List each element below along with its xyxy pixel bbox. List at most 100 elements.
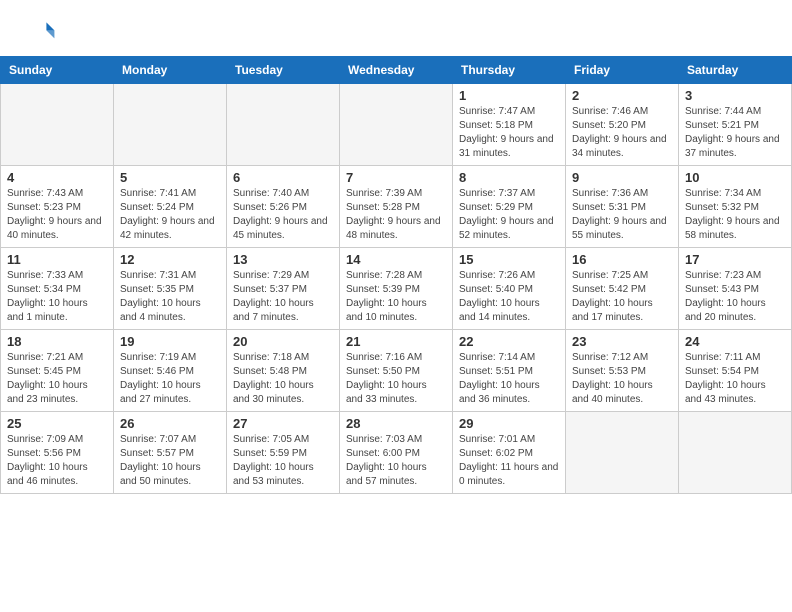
calendar-cell: 24 Sunrise: 7:11 AMSunset: 5:54 PMDayligh… bbox=[679, 330, 792, 412]
cell-info: Sunrise: 7:41 AMSunset: 5:24 PMDaylight:… bbox=[120, 187, 220, 243]
cell-day-number: 21 bbox=[346, 334, 446, 349]
cell-day-number: 29 bbox=[459, 416, 559, 431]
cell-day-number: 20 bbox=[233, 334, 333, 349]
logo-icon bbox=[24, 16, 56, 48]
calendar-cell: 10 Sunrise: 7:34 AMSunset: 5:32 PMDayligh… bbox=[679, 166, 792, 248]
calendar-cell: 29 Sunrise: 7:01 AMSunset: 6:02 PMDayligh… bbox=[453, 412, 566, 494]
calendar-cell: 15 Sunrise: 7:26 AMSunset: 5:40 PMDayligh… bbox=[453, 248, 566, 330]
logo bbox=[24, 16, 62, 48]
cell-info: Sunrise: 7:37 AMSunset: 5:29 PMDaylight:… bbox=[459, 187, 559, 243]
calendar-cell bbox=[679, 412, 792, 494]
weekday-thursday: Thursday bbox=[453, 57, 566, 84]
calendar-cell: 11 Sunrise: 7:33 AMSunset: 5:34 PMDayligh… bbox=[1, 248, 114, 330]
cell-day-number: 26 bbox=[120, 416, 220, 431]
cell-info: Sunrise: 7:44 AMSunset: 5:21 PMDaylight:… bbox=[685, 105, 785, 161]
calendar-cell: 19 Sunrise: 7:19 AMSunset: 5:46 PMDayligh… bbox=[114, 330, 227, 412]
cell-day-number: 3 bbox=[685, 88, 785, 103]
cell-day-number: 14 bbox=[346, 252, 446, 267]
cell-day-number: 19 bbox=[120, 334, 220, 349]
cell-day-number: 27 bbox=[233, 416, 333, 431]
calendar-cell: 26 Sunrise: 7:07 AMSunset: 5:57 PMDayligh… bbox=[114, 412, 227, 494]
cell-info: Sunrise: 7:26 AMSunset: 5:40 PMDaylight:… bbox=[459, 269, 559, 325]
cell-day-number: 24 bbox=[685, 334, 785, 349]
cell-info: Sunrise: 7:01 AMSunset: 6:02 PMDaylight:… bbox=[459, 433, 559, 489]
cell-day-number: 15 bbox=[459, 252, 559, 267]
cell-day-number: 8 bbox=[459, 170, 559, 185]
cell-day-number: 9 bbox=[572, 170, 672, 185]
cell-day-number: 10 bbox=[685, 170, 785, 185]
calendar-cell: 22Sunrise: 7:14 AMSunset: 5:51 PMDayligh… bbox=[453, 330, 566, 412]
calendar-cell: 1 Sunrise: 7:47 AMSunset: 5:18 PMDaylight… bbox=[453, 84, 566, 166]
calendar-cell: 6Sunrise: 7:40 AMSunset: 5:26 PMDaylight… bbox=[227, 166, 340, 248]
calendar-week-5: 25 Sunrise: 7:09 AMSunset: 5:56 PMDayligh… bbox=[1, 412, 792, 494]
cell-info: Sunrise: 7:07 AMSunset: 5:57 PMDaylight:… bbox=[120, 433, 220, 489]
calendar-cell: 20Sunrise: 7:18 AMSunset: 5:48 PMDayligh… bbox=[227, 330, 340, 412]
cell-day-number: 16 bbox=[572, 252, 672, 267]
cell-info: Sunrise: 7:05 AMSunset: 5:59 PMDaylight:… bbox=[233, 433, 333, 489]
calendar-cell: 12Sunrise: 7:31 AMSunset: 5:35 PMDayligh… bbox=[114, 248, 227, 330]
calendar-cell: 23 Sunrise: 7:12 AMSunset: 5:53 PMDayligh… bbox=[566, 330, 679, 412]
calendar-cell bbox=[227, 84, 340, 166]
cell-day-number: 23 bbox=[572, 334, 672, 349]
cell-info: Sunrise: 7:36 AMSunset: 5:31 PMDaylight:… bbox=[572, 187, 672, 243]
calendar-cell: 5 Sunrise: 7:41 AMSunset: 5:24 PMDaylight… bbox=[114, 166, 227, 248]
calendar-cell bbox=[1, 84, 114, 166]
cell-info: Sunrise: 7:23 AMSunset: 5:43 PMDaylight:… bbox=[685, 269, 785, 325]
cell-info: Sunrise: 7:29 AMSunset: 5:37 PMDaylight:… bbox=[233, 269, 333, 325]
calendar-cell bbox=[114, 84, 227, 166]
cell-info: Sunrise: 7:40 AMSunset: 5:26 PMDaylight:… bbox=[233, 187, 333, 243]
cell-day-number: 5 bbox=[120, 170, 220, 185]
cell-info: Sunrise: 7:19 AMSunset: 5:46 PMDaylight:… bbox=[120, 351, 220, 407]
calendar-cell: 4 Sunrise: 7:43 AMSunset: 5:23 PMDaylight… bbox=[1, 166, 114, 248]
cell-info: Sunrise: 7:39 AMSunset: 5:28 PMDaylight:… bbox=[346, 187, 446, 243]
cell-info: Sunrise: 7:33 AMSunset: 5:34 PMDaylight:… bbox=[7, 269, 107, 325]
weekday-wednesday: Wednesday bbox=[340, 57, 453, 84]
calendar-table: SundayMondayTuesdayWednesdayThursdayFrid… bbox=[0, 56, 792, 494]
weekday-monday: Monday bbox=[114, 57, 227, 84]
weekday-saturday: Saturday bbox=[679, 57, 792, 84]
cell-day-number: 4 bbox=[7, 170, 107, 185]
cell-day-number: 7 bbox=[346, 170, 446, 185]
calendar-cell: 17 Sunrise: 7:23 AMSunset: 5:43 PMDayligh… bbox=[679, 248, 792, 330]
cell-info: Sunrise: 7:25 AMSunset: 5:42 PMDaylight:… bbox=[572, 269, 672, 325]
cell-info: Sunrise: 7:03 AMSunset: 6:00 PMDaylight:… bbox=[346, 433, 446, 489]
calendar-week-1: 1 Sunrise: 7:47 AMSunset: 5:18 PMDaylight… bbox=[1, 84, 792, 166]
cell-info: Sunrise: 7:34 AMSunset: 5:32 PMDaylight:… bbox=[685, 187, 785, 243]
calendar-cell bbox=[566, 412, 679, 494]
calendar-week-3: 11 Sunrise: 7:33 AMSunset: 5:34 PMDayligh… bbox=[1, 248, 792, 330]
calendar-cell: 2 Sunrise: 7:46 AMSunset: 5:20 PMDaylight… bbox=[566, 84, 679, 166]
cell-day-number: 25 bbox=[7, 416, 107, 431]
weekday-sunday: Sunday bbox=[1, 57, 114, 84]
page-header bbox=[0, 0, 792, 52]
calendar-cell: 18Sunrise: 7:21 AMSunset: 5:45 PMDayligh… bbox=[1, 330, 114, 412]
cell-day-number: 2 bbox=[572, 88, 672, 103]
weekday-friday: Friday bbox=[566, 57, 679, 84]
calendar-cell: 21 Sunrise: 7:16 AMSunset: 5:50 PMDayligh… bbox=[340, 330, 453, 412]
weekday-tuesday: Tuesday bbox=[227, 57, 340, 84]
cell-info: Sunrise: 7:47 AMSunset: 5:18 PMDaylight:… bbox=[459, 105, 559, 161]
cell-day-number: 22 bbox=[459, 334, 559, 349]
cell-day-number: 17 bbox=[685, 252, 785, 267]
cell-info: Sunrise: 7:43 AMSunset: 5:23 PMDaylight:… bbox=[7, 187, 107, 243]
cell-info: Sunrise: 7:11 AMSunset: 5:54 PMDaylight:… bbox=[685, 351, 785, 407]
calendar-cell: 16 Sunrise: 7:25 AMSunset: 5:42 PMDayligh… bbox=[566, 248, 679, 330]
calendar-cell bbox=[340, 84, 453, 166]
cell-info: Sunrise: 7:16 AMSunset: 5:50 PMDaylight:… bbox=[346, 351, 446, 407]
cell-info: Sunrise: 7:12 AMSunset: 5:53 PMDaylight:… bbox=[572, 351, 672, 407]
calendar-cell: 25 Sunrise: 7:09 AMSunset: 5:56 PMDayligh… bbox=[1, 412, 114, 494]
calendar-cell: 28Sunrise: 7:03 AMSunset: 6:00 PMDayligh… bbox=[340, 412, 453, 494]
calendar-cell: 3 Sunrise: 7:44 AMSunset: 5:21 PMDaylight… bbox=[679, 84, 792, 166]
calendar-cell: 7 Sunrise: 7:39 AMSunset: 5:28 PMDaylight… bbox=[340, 166, 453, 248]
cell-info: Sunrise: 7:09 AMSunset: 5:56 PMDaylight:… bbox=[7, 433, 107, 489]
cell-info: Sunrise: 7:28 AMSunset: 5:39 PMDaylight:… bbox=[346, 269, 446, 325]
calendar-cell: 9 Sunrise: 7:36 AMSunset: 5:31 PMDaylight… bbox=[566, 166, 679, 248]
calendar-cell: 13 Sunrise: 7:29 AMSunset: 5:37 PMDayligh… bbox=[227, 248, 340, 330]
cell-info: Sunrise: 7:46 AMSunset: 5:20 PMDaylight:… bbox=[572, 105, 672, 161]
cell-info: Sunrise: 7:21 AMSunset: 5:45 PMDaylight:… bbox=[7, 351, 107, 407]
calendar-week-4: 18Sunrise: 7:21 AMSunset: 5:45 PMDayligh… bbox=[1, 330, 792, 412]
calendar-cell: 8 Sunrise: 7:37 AMSunset: 5:29 PMDaylight… bbox=[453, 166, 566, 248]
cell-info: Sunrise: 7:31 AMSunset: 5:35 PMDaylight:… bbox=[120, 269, 220, 325]
cell-day-number: 1 bbox=[459, 88, 559, 103]
cell-day-number: 11 bbox=[7, 252, 107, 267]
cell-day-number: 13 bbox=[233, 252, 333, 267]
